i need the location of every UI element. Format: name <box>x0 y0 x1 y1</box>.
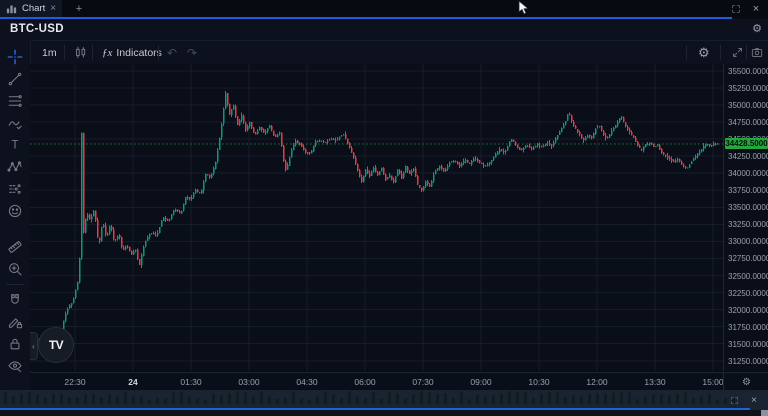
time-tick-label: 24 <box>128 377 137 387</box>
tab-chart[interactable]: Chart × <box>0 0 62 17</box>
time-tick-label: 06:00 <box>354 377 375 387</box>
time-tick-label: 15:00 <box>702 377 723 387</box>
time-tick-label: 03:00 <box>238 377 259 387</box>
time-tick-label: 10:30 <box>528 377 549 387</box>
scrollbar-corner <box>761 410 768 416</box>
symbol-title: BTC-USD <box>10 23 64 35</box>
close-pane-icon[interactable]: × <box>746 393 762 407</box>
price-tick-label: 33750.0000 <box>728 186 768 195</box>
time-tick-label: 07:30 <box>412 377 433 387</box>
tool-brush-icon[interactable] <box>0 112 30 134</box>
tool-ruler-icon[interactable] <box>0 236 30 258</box>
tool-magnet-icon[interactable] <box>0 289 30 311</box>
toolbar-separator <box>686 45 687 60</box>
tool-fib-retracement-icon[interactable] <box>0 90 30 112</box>
price-tick-label: 33000.0000 <box>728 237 768 246</box>
expand-pane-icon[interactable] <box>726 393 742 407</box>
price-tick-label: 34250.0000 <box>728 152 768 161</box>
price-tick-label: 35250.0000 <box>728 84 768 93</box>
sidebar-collapse-handle[interactable]: ‹ <box>30 332 38 360</box>
tradingview-window: Chart × + × BTC-USD ⚙ 1m ƒx Indicators ↶… <box>0 0 768 416</box>
interval-button[interactable]: 1m <box>34 41 65 64</box>
tab-close-icon[interactable]: × <box>50 4 56 14</box>
tool-lock-all-icon[interactable] <box>0 333 30 355</box>
tool-text-icon[interactable]: T <box>0 134 30 156</box>
tool-drawing-mode-lock-icon[interactable] <box>0 311 30 333</box>
fx-icon: ƒx <box>102 47 112 59</box>
chart-tab-icon <box>6 4 17 14</box>
price-tick-label: 31250.0000 <box>728 357 768 366</box>
chart-toolbar: 1m ƒx Indicators ↶ ↷ ⚙ <box>30 41 768 65</box>
price-tick-label: 31750.0000 <box>728 323 768 332</box>
time-tick-label: 13:30 <box>644 377 665 387</box>
tool-xabcd-pattern-icon[interactable] <box>0 156 30 178</box>
time-axis-settings: ⚙ <box>723 372 768 391</box>
camera-icon[interactable] <box>742 41 768 64</box>
indicators-label: Indicators <box>116 47 162 59</box>
undo-icon[interactable]: ↶ <box>162 41 182 64</box>
drawing-toolbar: T <box>0 40 31 390</box>
sidebar-gap <box>0 222 30 236</box>
toolbar-separator <box>64 45 65 60</box>
symbol-bar: BTC-USD ⚙ <box>0 19 768 41</box>
toolbar-separator <box>720 45 721 60</box>
price-tick-label: 35000.0000 <box>728 101 768 110</box>
time-tick-label: 09:00 <box>470 377 491 387</box>
chart-canvas[interactable]: TV ‹ <box>30 64 723 371</box>
price-tick-label: 34000.0000 <box>728 169 768 178</box>
maximize-window-button[interactable] <box>728 1 744 16</box>
tool-zoom-in-icon[interactable] <box>0 258 30 280</box>
time-axis[interactable]: 22:30 24 01:30 03:00 04:30 06:00 07:30 09:00 10:… <box>30 372 723 391</box>
price-tick-label: 32000.0000 <box>728 306 768 315</box>
mouse-cursor <box>518 0 530 16</box>
price-tick-label: 33500.0000 <box>728 203 768 212</box>
bottom-pane-strip[interactable]: × <box>0 390 768 416</box>
sidebar-divider <box>6 284 24 285</box>
price-axis[interactable]: 35500.0000 35250.0000 35000.0000 34750.0000… <box>723 64 768 371</box>
time-tick-label: 04:30 <box>296 377 317 387</box>
tool-hide-all-icon[interactable] <box>0 355 30 377</box>
tool-trend-line-icon[interactable] <box>0 68 30 90</box>
price-tick-label: 32750.0000 <box>728 254 768 263</box>
last-price-label: 34428.5000 <box>725 138 768 149</box>
gear-icon[interactable]: ⚙ <box>690 41 718 64</box>
redo-icon[interactable]: ↷ <box>182 41 202 64</box>
tool-emoji-icon[interactable] <box>0 200 30 222</box>
time-tick-label: 01:30 <box>180 377 201 387</box>
tool-projection-icon[interactable] <box>0 178 30 200</box>
svg-text:T: T <box>11 140 18 152</box>
price-tick-label: 32500.0000 <box>728 272 768 281</box>
gear-icon[interactable]: ⚙ <box>752 22 762 35</box>
new-tab-button[interactable]: + <box>70 0 88 17</box>
gear-icon[interactable]: ⚙ <box>742 377 751 388</box>
price-tick-label: 34750.0000 <box>728 118 768 127</box>
price-tick-label: 35500.0000 <box>728 67 768 76</box>
tab-bar: Chart × + × <box>0 0 768 17</box>
price-tick-label: 31500.0000 <box>728 340 768 349</box>
toolbar-separator <box>92 45 93 60</box>
pane-background <box>0 410 768 416</box>
tab-label: Chart <box>22 3 45 14</box>
toolbar-separator <box>158 45 159 60</box>
time-tick-label: 22:30 <box>64 377 85 387</box>
price-tick-label: 33250.0000 <box>728 220 768 229</box>
tradingview-logo[interactable]: TV <box>38 327 74 363</box>
price-tick-label: 32250.0000 <box>728 289 768 298</box>
close-window-icon[interactable]: × <box>748 1 764 16</box>
tool-crosshair-icon[interactable] <box>0 46 30 68</box>
time-tick-label: 12:00 <box>586 377 607 387</box>
